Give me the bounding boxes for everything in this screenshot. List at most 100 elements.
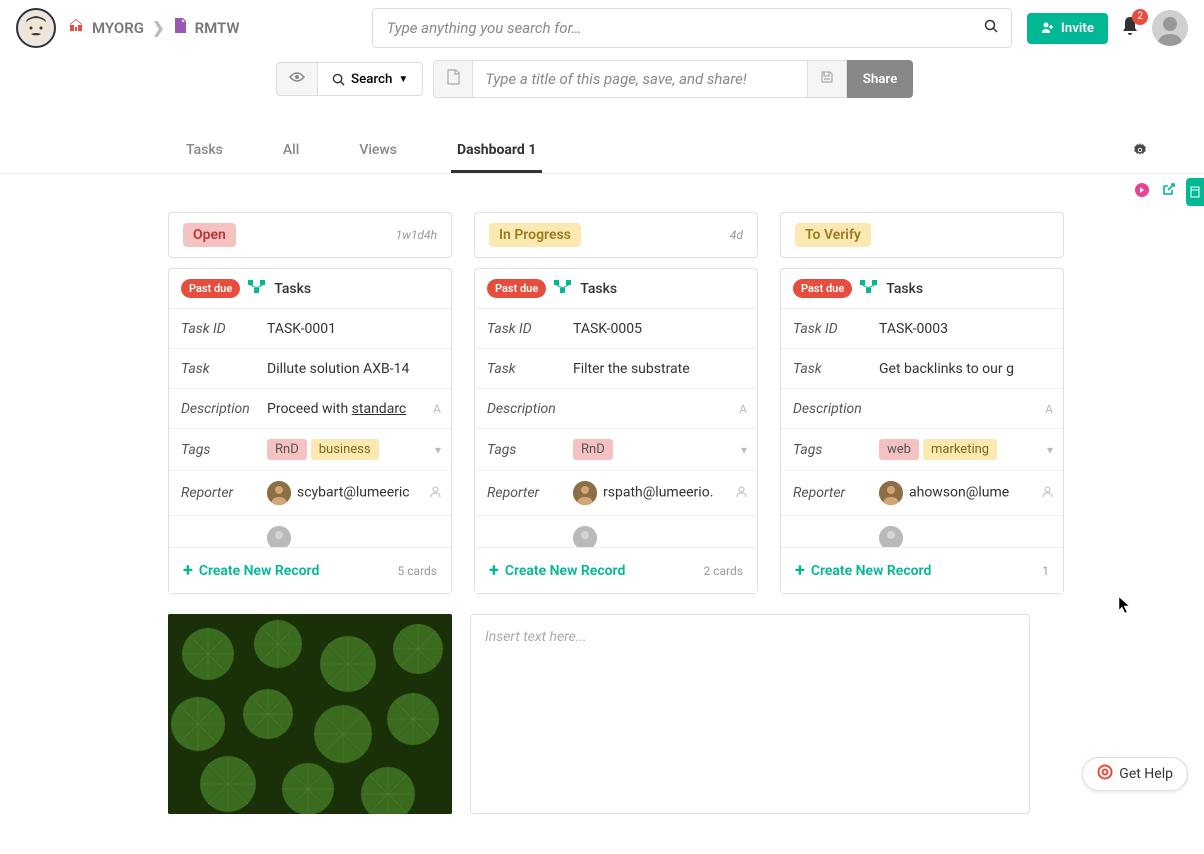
row-task: Task Dillute solution AXB-14 — [169, 349, 451, 389]
document-icon-button[interactable] — [433, 60, 473, 98]
value[interactable] — [879, 526, 1051, 547]
create-record-button[interactable]: + Create New Record — [795, 560, 931, 581]
search-icon[interactable] — [984, 19, 998, 37]
task-card[interactable]: Past due Tasks Task ID TASK-0001 Task Di… — [168, 268, 452, 594]
tag[interactable]: marketing — [923, 439, 997, 460]
invite-button[interactable]: Invite — [1027, 13, 1108, 44]
avatar — [879, 526, 903, 547]
reporter-avatar — [573, 481, 597, 505]
text-icon[interactable]: A — [433, 402, 441, 416]
value[interactable]: Dillute solution AXB-14 — [267, 361, 439, 377]
share-button[interactable]: Share — [847, 60, 914, 98]
card-body: Task ID TASK-0005 Task Filter the substr… — [475, 309, 757, 547]
tab-dashboard-1[interactable]: Dashboard 1 — [451, 130, 542, 173]
card-body: Task ID TASK-0001 Task Dillute solution … — [169, 309, 451, 547]
value[interactable]: TASK-0001 — [267, 321, 439, 337]
avatar — [267, 526, 291, 547]
breadcrumb-project[interactable]: RMTW — [195, 19, 240, 37]
dropdown-icon[interactable]: ▾ — [741, 443, 747, 457]
get-help-button[interactable]: Get Help — [1082, 757, 1188, 791]
past-due-badge: Past due — [487, 279, 546, 298]
value[interactable] — [267, 526, 439, 547]
row-task-id: Task ID TASK-0005 — [475, 309, 757, 349]
tag[interactable]: web — [879, 439, 919, 460]
breadcrumb: MYORG ❯ RMTW — [68, 18, 240, 38]
row-task-id: Task ID TASK-0003 — [781, 309, 1063, 349]
status-pill[interactable]: Open — [183, 223, 236, 247]
image-widget[interactable] — [168, 614, 452, 814]
label: Task ID — [181, 321, 267, 337]
row-task-id: Task ID TASK-0001 — [169, 309, 451, 349]
card-footer: + Create New Record 1 — [781, 547, 1063, 593]
value[interactable]: webmarketing — [879, 439, 1051, 460]
move-icon[interactable] — [1134, 182, 1150, 202]
kanban-column: To Verify Past due Tasks Task ID TASK-00… — [780, 212, 1064, 594]
breadcrumb-org[interactable]: MYORG — [92, 19, 144, 37]
label: Task ID — [487, 321, 573, 337]
save-button[interactable] — [808, 60, 847, 98]
value[interactable]: Get backlinks to our g — [879, 361, 1051, 377]
tag[interactable]: RnD — [267, 439, 307, 460]
card-section-title: Tasks — [886, 281, 923, 297]
status-pill[interactable]: To Verify — [795, 223, 871, 247]
external-link-icon[interactable] — [1160, 182, 1176, 202]
card-section-title: Tasks — [274, 281, 311, 297]
tag[interactable]: RnD — [573, 439, 613, 460]
plus-icon: + — [489, 560, 499, 581]
value[interactable]: Proceed with standarc — [267, 401, 439, 417]
side-panel-tab[interactable] — [1186, 178, 1204, 206]
board-actions — [1134, 182, 1176, 202]
person-icon[interactable] — [1042, 486, 1053, 501]
label: Tags — [181, 442, 267, 458]
text-icon[interactable]: A — [739, 402, 747, 416]
get-help-label: Get Help — [1119, 766, 1173, 782]
tab-tasks[interactable]: Tasks — [180, 130, 229, 173]
row-description: Description Proceed with standarc A — [169, 389, 451, 429]
value[interactable]: RnD — [573, 439, 745, 460]
value[interactable]: ahowson@lume — [879, 481, 1051, 505]
card-header: Past due Tasks — [169, 269, 451, 309]
kanban-column: In Progress 4d Past due Tasks Task ID TA… — [474, 212, 758, 594]
value[interactable]: rspath@lumeerio. — [573, 481, 745, 505]
text-icon[interactable]: A — [1045, 402, 1053, 416]
row-reporter: Reporter scybart@lumeeric — [169, 471, 451, 516]
bottom-widgets: Insert text here... — [0, 614, 1204, 854]
create-record-button[interactable]: + Create New Record — [183, 560, 319, 581]
tab-views[interactable]: Views — [353, 130, 403, 173]
value[interactable]: TASK-0005 — [573, 321, 745, 337]
search-dropdown[interactable]: Search ▼ — [318, 62, 423, 96]
user-avatar[interactable] — [1152, 10, 1188, 46]
notification-badge: 2 — [1132, 9, 1148, 25]
gear-icon[interactable] — [1132, 142, 1148, 162]
create-record-button[interactable]: + Create New Record — [489, 560, 625, 581]
reporter-avatar — [879, 481, 903, 505]
app-logo[interactable] — [16, 8, 56, 48]
value[interactable]: scybart@lumeeric — [267, 481, 439, 505]
status-pill[interactable]: In Progress — [489, 223, 581, 247]
card-footer: + Create New Record 2 cards — [475, 547, 757, 593]
create-label: Create New Record — [199, 563, 320, 579]
task-card[interactable]: Past due Tasks Task ID TASK-0005 Task Fi… — [474, 268, 758, 594]
dropdown-icon[interactable]: ▾ — [1047, 443, 1053, 457]
tab-all[interactable]: All — [277, 130, 305, 173]
row-tags: Tags RnDbusiness ▾ — [169, 429, 451, 471]
row-tags: Tags webmarketing ▾ — [781, 429, 1063, 471]
task-card[interactable]: Past due Tasks Task ID TASK-0003 Task Ge… — [780, 268, 1064, 594]
tag[interactable]: business — [311, 439, 379, 460]
person-icon[interactable] — [430, 486, 441, 501]
tasks-flow-icon — [248, 279, 266, 298]
value[interactable] — [573, 526, 745, 547]
card-section-title: Tasks — [580, 281, 617, 297]
row-reporter: Reporter ahowson@lume — [781, 471, 1063, 516]
dropdown-icon[interactable]: ▾ — [435, 443, 441, 457]
text-widget[interactable]: Insert text here... — [470, 614, 1030, 814]
value[interactable]: TASK-0003 — [879, 321, 1051, 337]
value[interactable]: Filter the substrate — [573, 361, 745, 377]
notifications-button[interactable]: 2 — [1120, 15, 1140, 42]
page-title-input[interactable] — [473, 60, 807, 98]
value[interactable]: RnDbusiness — [267, 439, 439, 460]
visibility-button[interactable] — [276, 62, 318, 96]
label: Task ID — [793, 321, 879, 337]
person-icon[interactable] — [736, 486, 747, 501]
search-input[interactable] — [372, 8, 1012, 48]
